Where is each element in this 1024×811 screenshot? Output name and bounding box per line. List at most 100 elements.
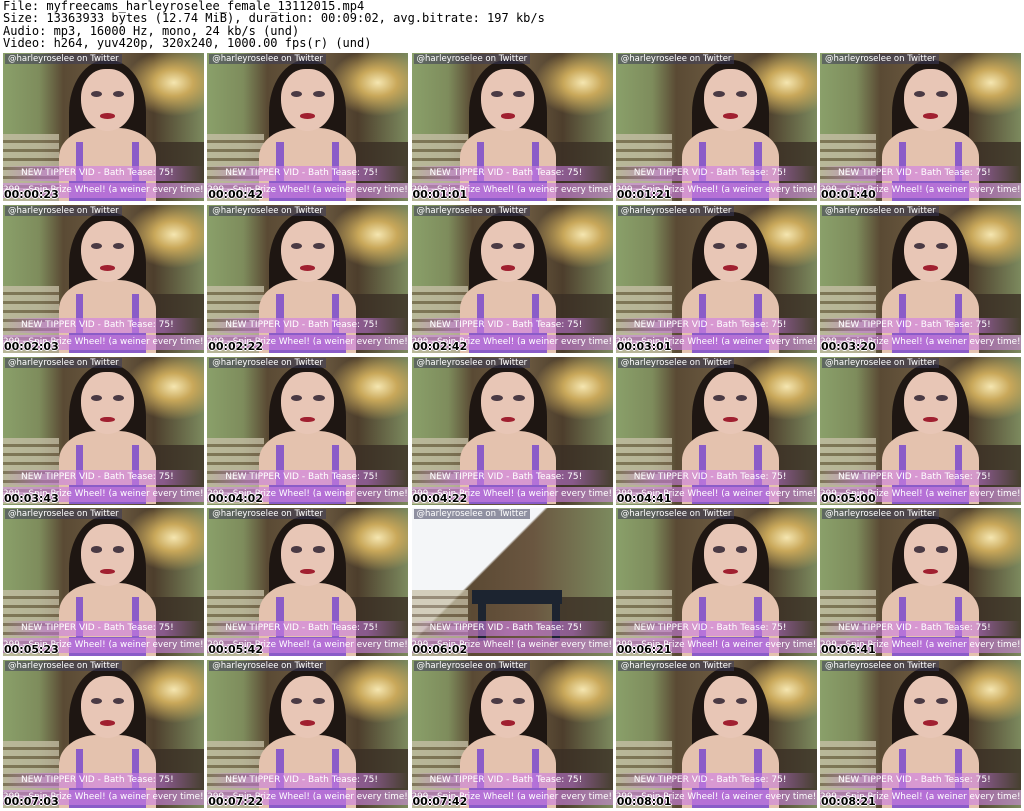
- eye: [913, 698, 926, 705]
- tipper-banner: NEW TIPPER VID - Bath Tease: 75!: [820, 469, 1021, 485]
- eye: [112, 698, 125, 705]
- contact-sheet: File: myfreecams_harleyroselee_female_13…: [0, 0, 1024, 811]
- face: [281, 524, 335, 586]
- tipper-banner-text: NEW TIPPER VID - Bath Tease: 75!: [225, 319, 378, 330]
- thumbnail-frame[interactable]: @harleyroselee on Twitter NEW TIPPER VID …: [3, 660, 204, 808]
- thumbnail-frame[interactable]: @harleyroselee on Twitter NEW TIPPER VID …: [3, 508, 204, 657]
- thumbnail-frame[interactable]: @harleyroselee on Twitter NEW TIPPER VID …: [615, 204, 817, 353]
- thumbnail-frame[interactable]: @harleyroselee on Twitter NEW TIPPER VID …: [3, 356, 204, 505]
- tipper-banner-text: NEW TIPPER VID - Bath Tease: 75!: [225, 775, 378, 785]
- eye: [735, 546, 748, 553]
- video-info-line: Video: h264, yuv420p, 320x240, 1000.00 f…: [3, 36, 372, 51]
- eye: [313, 242, 325, 249]
- lips: [722, 113, 738, 119]
- thumbnail-frame[interactable]: @harleyroselee on Twitter NEW TIPPER VID …: [411, 356, 613, 505]
- thumbnail-frame[interactable]: @harleyroselee on Twitter NEW TIPPER VID …: [3, 53, 204, 201]
- twitter-watermark: @harleyroselee on Twitter: [209, 357, 326, 368]
- face: [281, 68, 335, 131]
- thumbnail-frame[interactable]: @harleyroselee on Twitter NEW TIPPER VID …: [820, 508, 1021, 657]
- tipper-banner-text: NEW TIPPER VID - Bath Tease: 75!: [429, 168, 583, 178]
- face: [80, 675, 135, 738]
- twitter-watermark: @harleyroselee on Twitter: [617, 357, 735, 368]
- timestamp: 00:02:42: [412, 339, 468, 353]
- file-info-header: File: myfreecams_harleyroselee_female_13…: [3, 0, 1021, 50]
- tipper-banner-text: NEW TIPPER VID - Bath Tease: 75!: [225, 623, 378, 634]
- thumbnail-frame[interactable]: @harleyroselee on Twitter NEW TIPPER VID …: [615, 53, 817, 201]
- lips: [722, 416, 738, 423]
- timestamp: 00:07:42: [412, 795, 468, 808]
- tipper-banner: NEW TIPPER VID - Bath Tease: 75!: [207, 469, 409, 485]
- eye: [313, 91, 325, 98]
- face: [904, 675, 958, 738]
- tipper-banner-text: NEW TIPPER VID - Bath Tease: 75!: [21, 319, 174, 330]
- thumbnail-frame[interactable]: @harleyroselee on Twitter NEW TIPPER VID …: [411, 53, 613, 201]
- timestamp: 00:06:21: [616, 643, 672, 657]
- lips: [300, 265, 316, 271]
- eye: [513, 91, 525, 98]
- table: [471, 589, 563, 605]
- lips: [500, 265, 516, 271]
- tipper-banner-text: NEW TIPPER VID - Bath Tease: 75!: [429, 471, 583, 482]
- thumbnail-frame[interactable]: @harleyroselee on Twitter NEW TIPPER VID …: [207, 356, 409, 505]
- lips: [100, 568, 115, 575]
- timestamp: 00:07:22: [208, 795, 263, 808]
- tipper-banner: NEW TIPPER VID - Bath Tease: 75!: [411, 621, 613, 637]
- tipper-banner-text: NEW TIPPER VID - Bath Tease: 75!: [225, 471, 378, 482]
- lips: [300, 568, 316, 575]
- eye: [713, 91, 725, 98]
- lips: [300, 113, 316, 119]
- thumbnail-frame[interactable]: @harleyroselee on Twitter NEW TIPPER VID …: [207, 508, 409, 657]
- timestamp: 00:05:00: [821, 491, 876, 505]
- lips: [923, 416, 938, 423]
- twitter-watermark: @harleyroselee on Twitter: [209, 661, 326, 671]
- tipper-banner-text: NEW TIPPER VID - Bath Tease: 75!: [429, 319, 583, 330]
- thumbnail-frame[interactable]: @harleyroselee on Twitter NEW TIPPER VID …: [3, 204, 204, 353]
- lips: [100, 416, 115, 423]
- eye: [913, 91, 926, 98]
- eye: [935, 698, 948, 705]
- thumbnail-frame[interactable]: @harleyroselee on Twitter NEW TIPPER VID …: [411, 660, 613, 808]
- face: [703, 220, 757, 283]
- tipper-banner-text: NEW TIPPER VID - Bath Tease: 75!: [633, 168, 787, 178]
- thumbnail-frame[interactable]: @harleyroselee on Twitter NEW TIPPER VID …: [207, 204, 409, 353]
- timestamp: 00:07:03: [4, 795, 59, 808]
- thumbnail-frame[interactable]: @harleyroselee on Twitter NEW TIPPER VID …: [820, 204, 1021, 353]
- tipper-banner: NEW TIPPER VID - Bath Tease: 75!: [411, 469, 613, 485]
- twitter-watermark: @harleyroselee on Twitter: [209, 205, 326, 216]
- thumbnail-frame[interactable]: @harleyroselee on Twitter NEW TIPPER VID …: [820, 53, 1021, 201]
- thumbnail-frame[interactable]: @harleyroselee on Twitter NEW TIPPER VID …: [820, 660, 1021, 808]
- thumbnail-frame[interactable]: @harleyroselee on Twitter NEW TIPPER VID …: [615, 660, 817, 808]
- tipper-banner: NEW TIPPER VID - Bath Tease: 75!: [3, 469, 204, 485]
- face: [904, 524, 958, 586]
- thumbnail-frame[interactable]: @harleyroselee on Twitter NEW TIPPER VID …: [411, 204, 613, 353]
- twitter-watermark: @harleyroselee on Twitter: [413, 54, 531, 64]
- face: [703, 675, 757, 738]
- twitter-watermark: @harleyroselee on Twitter: [617, 509, 735, 520]
- eye: [713, 394, 725, 401]
- tipper-banner-text: NEW TIPPER VID - Bath Tease: 75!: [429, 775, 583, 785]
- lips: [500, 113, 516, 119]
- thumbnail-frame[interactable]: @harleyroselee on Twitter NEW TIPPER VID …: [207, 53, 409, 201]
- eye: [513, 394, 525, 401]
- timestamp: 00:01:40: [821, 188, 876, 201]
- tipper-banner-text: NEW TIPPER VID - Bath Tease: 75!: [633, 775, 787, 785]
- eye: [490, 394, 503, 401]
- eye: [90, 91, 103, 98]
- thumbnail-frame[interactable]: @harleyroselee on Twitter NEW TIPPER VID …: [820, 356, 1021, 505]
- timestamp: 00:00:23: [4, 188, 59, 201]
- tipper-banner: NEW TIPPER VID - Bath Tease: 75!: [3, 166, 204, 181]
- eye: [713, 242, 725, 249]
- tipper-banner: NEW TIPPER VID - Bath Tease: 75!: [207, 166, 409, 181]
- eye: [490, 242, 503, 249]
- thumbnail-frame[interactable]: @harleyroselee on Twitter NEW TIPPER VID …: [411, 508, 613, 657]
- eye: [913, 394, 926, 401]
- tipper-banner-text: NEW TIPPER VID - Bath Tease: 75!: [838, 168, 991, 178]
- thumbnail-frame[interactable]: @harleyroselee on Twitter NEW TIPPER VID …: [615, 356, 817, 505]
- thumbnail-frame[interactable]: @harleyroselee on Twitter NEW TIPPER VID …: [207, 660, 409, 808]
- lips: [722, 568, 738, 575]
- thumbnail-frame[interactable]: @harleyroselee on Twitter NEW TIPPER VID …: [615, 508, 817, 657]
- eye: [290, 91, 303, 98]
- tipper-banner-text: NEW TIPPER VID - Bath Tease: 75!: [21, 775, 174, 785]
- face: [703, 524, 757, 586]
- tipper-banner: NEW TIPPER VID - Bath Tease: 75!: [3, 621, 204, 637]
